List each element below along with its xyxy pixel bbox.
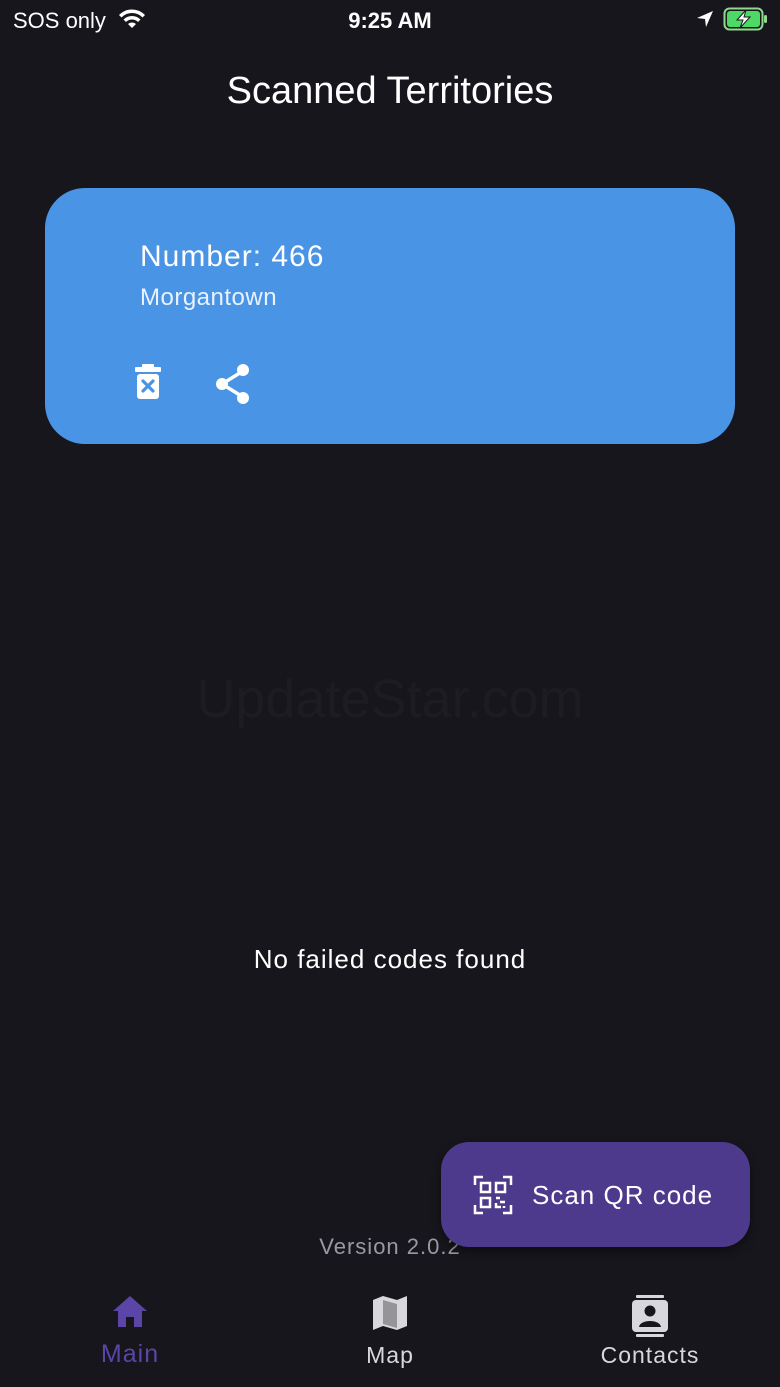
battery-charging-icon — [723, 7, 769, 36]
location-arrow-icon — [695, 9, 715, 34]
share-button[interactable] — [213, 363, 253, 405]
scan-qr-button[interactable]: Scan QR code — [441, 1142, 750, 1247]
territory-number: Number: 466 — [140, 240, 325, 273]
territory-card[interactable]: Number: 466 Morgantown — [45, 188, 735, 444]
app-screen: SOS only 9:25 AM Scanned Territories Num… — [0, 0, 780, 1387]
status-time: 9:25 AM — [348, 8, 432, 33]
nav-label-main: Main — [100, 1340, 160, 1368]
nav-item-contacts[interactable]: Contacts — [520, 1280, 780, 1387]
delete-button[interactable] — [133, 363, 169, 403]
qr-code-icon — [473, 1175, 513, 1220]
nav-label-contacts: Contacts — [600, 1342, 700, 1368]
home-icon — [0, 1294, 260, 1335]
contacts-icon — [520, 1294, 780, 1343]
watermark: UpdateStar.com — [196, 669, 584, 729]
nav-item-main[interactable]: Main — [0, 1280, 260, 1387]
map-icon — [260, 1294, 520, 1337]
scan-qr-label: Scan QR code — [532, 1180, 714, 1210]
nav-item-map[interactable]: Map — [260, 1280, 520, 1387]
no-failed-codes-message: No failed codes found — [253, 944, 527, 974]
nav-label-map: Map — [366, 1342, 414, 1368]
territory-city: Morgantown — [140, 284, 278, 311]
bottom-navigation: Main Map Contacts — [0, 1280, 780, 1387]
page-title: Scanned Territories — [226, 70, 554, 112]
delete-icon — [133, 364, 163, 405]
status-bar: SOS only 9:25 AM — [0, 0, 780, 40]
share-icon — [213, 364, 253, 409]
